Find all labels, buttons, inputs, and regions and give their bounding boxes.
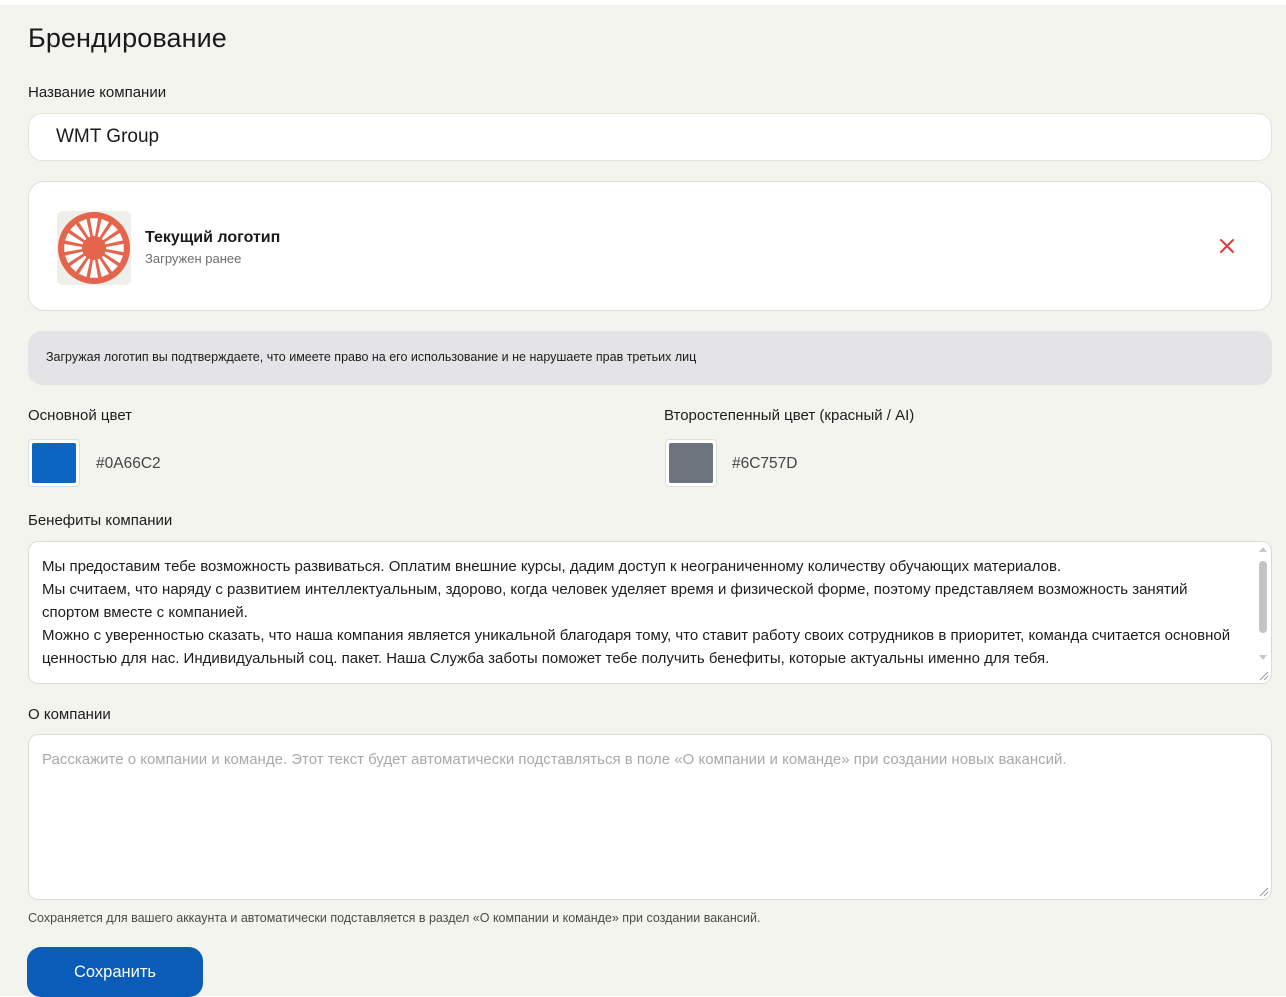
primary-color-swatch (32, 443, 76, 483)
scroll-thumb[interactable] (1259, 561, 1267, 633)
scroll-down-icon[interactable] (1259, 655, 1267, 660)
scroll-up-icon[interactable] (1259, 547, 1267, 552)
secondary-color-picker[interactable] (665, 439, 717, 487)
primary-color-value: #0A66C2 (96, 455, 161, 472)
secondary-color-value: #6C757D (732, 455, 798, 472)
about-hint: Сохраняется для вашего аккаунта и автома… (28, 911, 761, 925)
notice-text: Загружая логотип вы подтверждаете, что и… (46, 350, 697, 364)
resize-grip-icon[interactable] (1258, 886, 1269, 897)
primary-color-picker[interactable] (28, 439, 80, 487)
resize-grip-icon[interactable] (1258, 670, 1269, 681)
secondary-color-swatch (669, 443, 713, 483)
save-button[interactable]: Сохранить (27, 947, 203, 997)
company-name-input[interactable] (28, 113, 1272, 161)
remove-logo-button[interactable] (1217, 236, 1237, 256)
benefits-label: Бенефиты компании (28, 512, 173, 529)
about-textarea[interactable]: Расскажите о компании и команде. Этот те… (28, 734, 1272, 900)
close-icon (1220, 239, 1234, 253)
page-title: Брендирование (28, 23, 227, 53)
about-label: О компании (28, 706, 111, 723)
about-placeholder: Расскажите о компании и команде. Этот те… (42, 751, 1067, 768)
benefits-scrollbar[interactable] (1256, 543, 1270, 682)
benefits-text: Мы предоставим тебе возможность развиват… (42, 558, 1231, 667)
benefits-textarea[interactable]: Мы предоставим тебе возможность развиват… (28, 541, 1272, 684)
logo-title: Текущий логотип (145, 229, 281, 246)
secondary-color-label: Второстепенный цвет (красный / AI) (664, 407, 915, 424)
logo-subtitle: Загружен ранее (145, 251, 242, 266)
logo-thumbnail (57, 211, 131, 285)
sunburst-logo-icon (58, 212, 130, 284)
branding-page: Брендирование Название компании Текущий … (0, 5, 1286, 997)
logo-card: Текущий логотип Загружен ранее (28, 181, 1272, 311)
primary-color-label: Основной цвет (28, 407, 133, 424)
logo-rights-notice: Загружая логотип вы подтверждаете, что и… (28, 331, 1272, 385)
company-name-label: Название компании (28, 84, 167, 101)
